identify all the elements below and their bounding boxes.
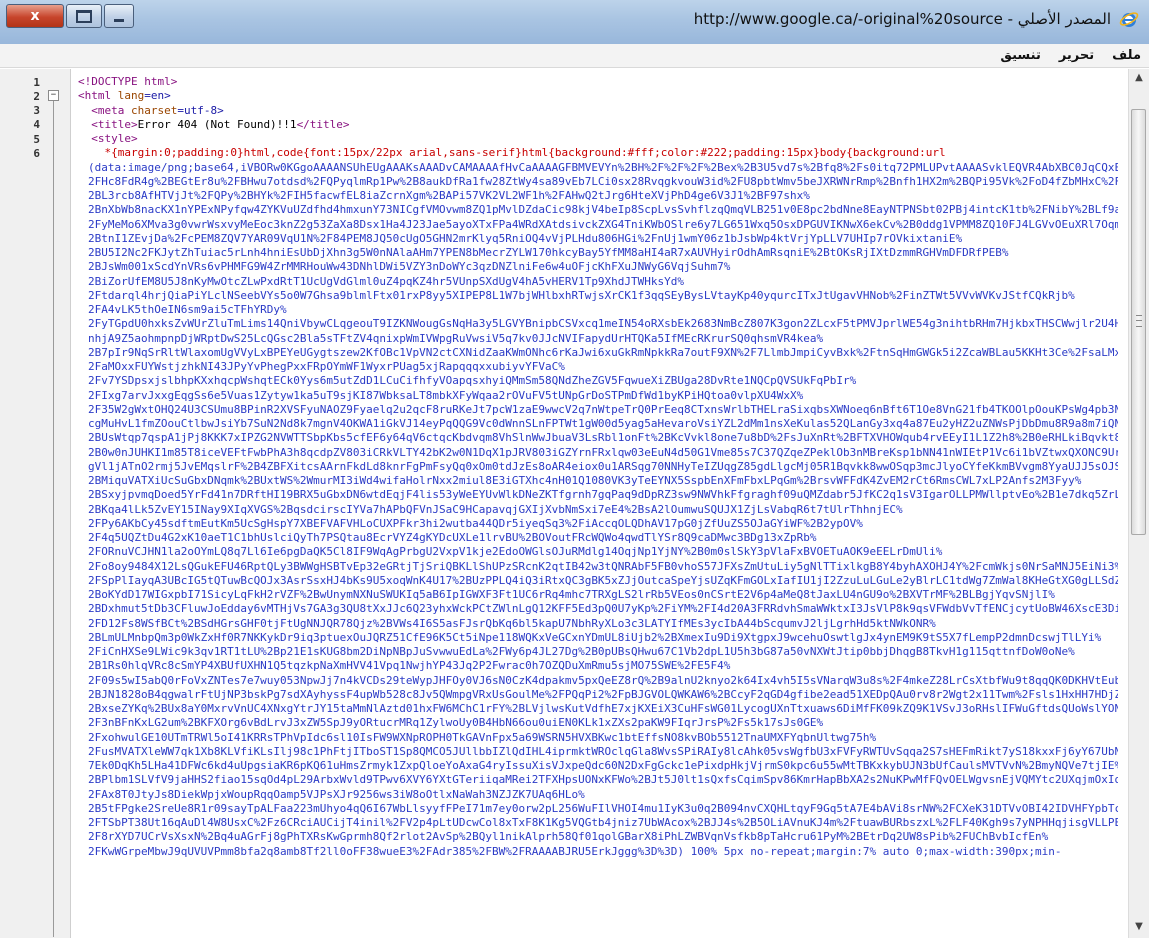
minimize-button[interactable]	[104, 4, 134, 28]
base64-line: 2B5tFPgke2SreUe8R1r09sayTpALFaa223mUhyo4…	[88, 801, 1118, 815]
base64-line: 2FKwWGrpeMbwJ9qUVUVPmm8bfa2q8amb8Tf2ll0o…	[88, 844, 1062, 858]
base64-line: 2FD12Fs8WSfBCt%2BSdHGrsGHF0tjFtUgNNJQR78…	[88, 616, 936, 630]
base64-line: 2F35W2gWxtOHQ24U3CSUmu8BPinR2XVSFyuNAOZ9…	[88, 402, 1118, 416]
base64-line: 2B1Rs0hlqVRc8cSmYP4XBUfUXHN1Q5tqzkpNaXmH…	[88, 659, 731, 673]
base64-line: 2FaMOxxFUYWstjzhkNI43JPyYvPhegPxxFRpOYmW…	[88, 360, 565, 373]
base64-line: gVl1jATnO2rmj5JvEMqslrF%2B4ZBFXitcsAArnF…	[88, 459, 1118, 473]
base64-line: 2FyMeMo6XMva3g0vwrWsxvyMeEoc3knZ2g53ZaXa…	[88, 217, 1118, 231]
base64-line: 2FORnuVCJHN1la2oOYmLQ8q7Ll6Ie6pgDaQK5Cl8…	[88, 545, 943, 559]
line-number: 5	[33, 133, 40, 146]
ie-icon	[1119, 12, 1139, 27]
base64-line: 2Ftdarql4hrjQiaPiYLclNSeebVYs5o0W7Ghsa9b…	[88, 288, 1075, 302]
doctype-tag: <!DOCTYPE html>	[78, 75, 178, 88]
scroll-up-icon[interactable]: ▲	[1132, 71, 1146, 85]
code-line-3: <meta charset=utf-8>	[78, 104, 1118, 118]
base64-line: 2F8rXYD7UCrVsXsxN%2Bq4uAGrFj8gPhTXRsKwGp…	[88, 830, 1049, 844]
scroll-down-icon[interactable]: ▼	[1132, 920, 1146, 934]
line-number: 2	[33, 90, 40, 103]
base64-line: 2BtnI1ZEvjDa%2FcPEM8ZQV7YAR09VqU1N%2F84P…	[88, 231, 963, 245]
fold-minus-icon[interactable]: −	[48, 90, 59, 101]
code-line-2: <html lang=en>	[78, 89, 1118, 103]
maximize-button[interactable]	[66, 4, 102, 28]
menu-edit[interactable]: تحرير	[1057, 46, 1096, 65]
base64-line: 2BoKYdD17WIGxpbI71SicyLqFkH2rVZF%2BwUnym…	[88, 588, 1055, 601]
base64-line: 2F3nBFnKxLG2um%2BKFXOrg6vBdLrvJ3xZW5SpJ9…	[88, 716, 824, 730]
code-line-5: <style>	[78, 132, 1118, 146]
code-line-4: <title>Error 404 (Not Found)!!1</title>	[78, 118, 1118, 132]
base64-line: 2FAx8T0JtyJs8DiekWpjxWoupRqqOamp5VJPsXJr…	[88, 787, 585, 801]
grip-icon	[1136, 315, 1142, 327]
close-icon: x	[30, 8, 40, 24]
window-title: http://www.google.ca/-original%20source …	[693, 10, 1111, 28]
base64-line: 2BLmULMnbpQm3p0WkZxHf0R7NKKykDr9iq3ptuex…	[88, 630, 1102, 644]
base64-line: 2FxohwulGE10UTmTRWl5oI41KRRsTPhVpIdc6sl1…	[88, 730, 877, 744]
base64-line: 2FyTGpdU0hxksZvWUrZluTmLims14QniVbywCLqg…	[88, 317, 1118, 331]
base64-line: 2FIxg7arvJxxgEqgSs6e5Vuas1Zytyw1ka5uT9sj…	[88, 388, 804, 402]
base64-line: 2BMiquVATXiUcSuGbxDNqmk%2BUxtWS%2WmurMI3…	[88, 474, 1082, 487]
source-code: <!DOCTYPE html> <html lang=en> <meta cha…	[78, 75, 1118, 859]
base64-line: 2Fo8oy9484X12LsQGukEFU46RptQLy3BWWgHSBTv…	[88, 559, 1118, 573]
base64-line: (data:image/png;base64,iVBORw0KGgoAAAANS…	[88, 160, 1118, 174]
css-rules: *{margin:0;padding:0}html,code{font:15px…	[104, 146, 946, 160]
menu-format[interactable]: تنسيق	[998, 46, 1042, 65]
source-view[interactable]: 1 2 3 4 5 6 − <!DOCTYPE html> <html lang…	[0, 69, 1149, 938]
base64-data: (data:image/png;base64,iVBORw0KGgoAAAANS…	[78, 161, 1118, 859]
base64-line: 2FTSbPT38Ut16qAuDl4W8UsxC%2Fz6CRciAUCijT…	[88, 816, 1118, 829]
base64-line: 2B0w0nJUHKI1m85T8iceVEFtFwbPhA3h8qcdpZV8…	[88, 445, 1118, 459]
close-button[interactable]: x	[6, 4, 64, 28]
line-number: 3	[33, 104, 40, 117]
base64-line: 2FiCnHXSe9LWic9k3qv1RT1tLU%2Bp21E1sKUG8b…	[88, 645, 1075, 658]
charset-value: =utf-8>	[177, 103, 224, 117]
base64-line: 7Ek0DqKh5LHa41DFWc6kd4uUpgsiaKR6pKQ61uHm…	[88, 759, 1118, 772]
base64-line: 2FSpPlIayqA3UBcIG5tQTuwBcQOJx3AsrSsxHJ4b…	[88, 573, 1118, 587]
base64-line: 2F09s5wI5abQ0rFoVxZNTes7e7wuy053NpwJj7n4…	[88, 673, 1118, 687]
scroll-thumb[interactable]	[1131, 109, 1146, 535]
base64-line: nhjA9Z5aohmpnpDjWRptDwS25LcQGsc2Bla5sTFt…	[88, 331, 824, 345]
base64-line: 2BPlbm1SLVfV9jaHHS2fiao15sqOd4pL29ArbxWv…	[88, 773, 1118, 787]
lang-attr: lang	[111, 89, 145, 103]
base64-line: 2BJN1828oB4qgwalrFtUjNP3bskPg7sdXAyhyssF…	[88, 687, 1118, 701]
base64-line: 2F4q5UQZtDu4G2xK10aeT1C1bhUslciQyTh7PSQt…	[88, 531, 817, 544]
maximize-icon	[76, 9, 92, 23]
base64-line: 2BDxhmut5tDb3CFluwJoEdday6vMTHjVs7GA3g3Q…	[88, 602, 1118, 616]
fold-guide	[53, 101, 54, 937]
line-number: 1	[33, 76, 40, 89]
code-line-1: <!DOCTYPE html>	[78, 75, 1118, 89]
base64-line: 2BKqa4lLk5ZvEY15INay9XIqXVGS%2BqsdcirscI…	[88, 502, 903, 516]
base64-line: 2BUsWtqp7qspA1jPj8KKK7xIPZG2NVWTTSbpKbs5…	[88, 431, 1118, 445]
base64-line: 2B7pIr9NqSrRltWlaxomUgVVyLxBPEYeUGygtsze…	[88, 345, 1118, 359]
base64-line: 2BxseZYKq%2BUx8aY0MxrvVnUC4XNxgYtrJY15ta…	[88, 702, 1118, 715]
base64-line: cgMuHvL1fmZOouCtlbwJsiYb7SuN2Nd8k7mgnV4O…	[88, 417, 1118, 430]
base64-line: 2FA4vLK5thOeIN6sm9ai5cTFhYRDy%	[88, 303, 287, 316]
meta-tag: <meta	[91, 103, 125, 117]
menu-bar: ملف تحرير تنسيق	[0, 44, 1149, 68]
base64-line: 2FHc8FdR4g%2BEGtEr8u%2FBHwu7otdsd%2FQPyq…	[88, 174, 1118, 188]
window-controls: x	[6, 4, 136, 28]
base64-line: 2BU5I2Nc2FKJytZhTuiac5rLnh4hniEsUbDjXhn3…	[88, 246, 1009, 259]
minimize-icon	[114, 18, 124, 22]
base64-line: 2FPy6AKbCy45sdftmEutKm5UcSgHspY7XBEFVAFV…	[88, 516, 863, 530]
charset-attr: charset	[124, 103, 178, 117]
menu-file[interactable]: ملف	[1110, 46, 1143, 65]
base64-line: 2Fv7YSDpsxjslbhpKXxhqcpWshqtECk0Yys6m5ut…	[88, 374, 857, 388]
title-text: Error 404 (Not Found)!!1	[137, 117, 297, 131]
base64-line: 2BiZorUfEM8U5J8nKyMwOtcZLwPxdRtT1UcUgVdG…	[88, 274, 685, 288]
base64-line: 2BL3rcb8AfHTVjJt%2FQPy%2BHYk%2FIH5facwfE…	[88, 189, 810, 202]
title-open-tag: <title>	[91, 117, 138, 131]
base64-line: 2BSxyjpvmqDoed5YrFd41n7DRftHI19BRX5uGbxD…	[88, 488, 1118, 502]
lang-value: =en>	[144, 89, 171, 103]
base64-line: 2FusMVATXleWW7qk1Xb8KLVfiKLsIlj98c1PhFtj…	[88, 744, 1118, 758]
html-tag: <html	[78, 89, 112, 103]
style-tag: <style>	[91, 132, 138, 145]
title-close-tag: </title>	[296, 117, 350, 131]
window-title-bar: x http://www.google.ca/-original%20sourc…	[0, 0, 1149, 45]
base64-line: 2BJsWm001xScdYnVRs6vPHMFG9W4ZrMMRHouWw43…	[88, 260, 731, 274]
base64-line: 2BnXbWb8nacKX1nYPExNPyfqw4ZYKVuUZdfhd4hm…	[88, 203, 1118, 217]
line-number-gutter: 1 2 3 4 5 6 −	[0, 69, 71, 938]
vertical-scrollbar[interactable]: ▲ ▼	[1128, 69, 1149, 938]
line-number: 6	[33, 147, 40, 160]
code-line-6: *{margin:0;padding:0}html,code{font:15px…	[78, 146, 1118, 160]
line-number: 4	[33, 118, 40, 131]
